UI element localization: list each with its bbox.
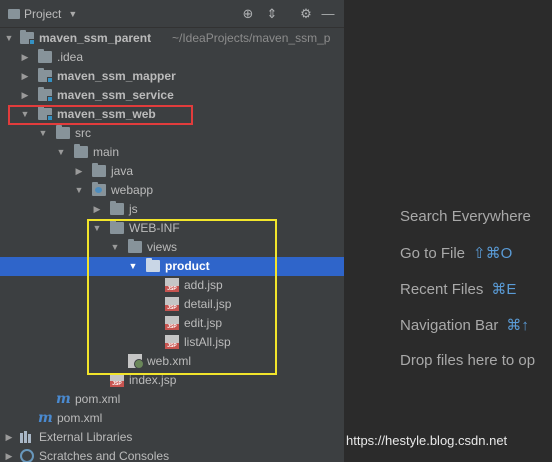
web-folder-icon: [92, 182, 106, 196]
chevron-right-icon[interactable]: ▶: [92, 200, 102, 219]
tree-item-label: External Libraries: [39, 430, 133, 444]
tree-item-idea[interactable]: ▶ .idea: [0, 48, 344, 67]
tree-item-label: pom.xml: [57, 411, 103, 425]
chevron-right-icon[interactable]: ▶: [4, 447, 14, 462]
tree-item-label: java: [111, 164, 134, 178]
folder-icon: [56, 125, 70, 139]
project-toolbar: Project ▼ ⊕ ⇕ ⚙ —: [0, 0, 344, 28]
tree-item-maven-ssm-parent[interactable]: ▼ maven_ssm_parent ~/IdeaProjects/maven_…: [0, 29, 344, 48]
hint-text: Recent Files: [400, 281, 484, 298]
chevron-right-icon[interactable]: ▶: [20, 67, 30, 86]
tree-item-label: webapp: [111, 183, 154, 197]
tree-item-label: js: [129, 202, 138, 216]
folder-icon: [92, 163, 106, 177]
watermark: https://hestyle.blog.csdn.net: [346, 433, 508, 448]
hint-text: Navigation Bar: [400, 317, 499, 334]
tree-item-scratches[interactable]: ▶ Scratches and Consoles: [0, 447, 344, 462]
tree-item-maven-ssm-mapper[interactable]: ▶ maven_ssm_mapper: [0, 67, 344, 86]
scratches-icon: [20, 449, 34, 462]
chevron-down-icon[interactable]: ▼: [56, 143, 66, 162]
project-view-selector[interactable]: Project ▼: [8, 7, 77, 21]
hint-shortcut: ⌘↑: [506, 317, 529, 334]
hide-icon[interactable]: —: [320, 6, 336, 22]
tree-item-label: maven_ssm_mapper: [57, 69, 176, 83]
project-view-icon: [8, 9, 20, 19]
hint-search-everywhere: Search Everywhere: [400, 208, 531, 225]
tree-item-label: .idea: [57, 50, 84, 64]
highlight-box-yellow: [87, 219, 277, 375]
tree-item-label: maven_ssm_parent: [39, 31, 152, 45]
chevron-right-icon[interactable]: ▶: [4, 428, 14, 447]
folder-icon: [110, 201, 124, 215]
chevron-right-icon[interactable]: ▶: [20, 48, 30, 67]
chevron-right-icon[interactable]: ▶: [20, 86, 30, 105]
maven-icon: m: [56, 391, 71, 407]
hint-text: Drop files here to op: [400, 352, 536, 369]
hint-text: Search Everywhere: [400, 208, 531, 225]
chevron-down-icon[interactable]: ▼: [38, 124, 48, 143]
hint-shortcut: ⌘E: [491, 281, 517, 298]
maven-icon: m: [38, 410, 53, 426]
hint-shortcut: ⇧⌘O: [473, 245, 513, 262]
hint-drop-files: Drop files here to op: [400, 352, 535, 369]
tree-item-js[interactable]: ▶ js: [0, 200, 344, 219]
library-icon: [20, 431, 34, 443]
module-folder-icon: [38, 68, 53, 83]
chevron-down-icon[interactable]: ▼: [74, 181, 84, 200]
jsp-file-icon: [110, 373, 124, 387]
chevron-down-icon: ▼: [68, 9, 78, 19]
chevron-right-icon[interactable]: ▶: [74, 162, 84, 181]
hint-recent-files: Recent Files ⌘E: [400, 280, 516, 298]
tree-item-path: ~/IdeaProjects/maven_ssm_p: [172, 31, 331, 45]
tree-item-label: src: [75, 126, 91, 140]
tree-item-parent-pom-xml[interactable]: m pom.xml: [0, 409, 344, 428]
tree-item-web-pom-xml[interactable]: m pom.xml: [0, 390, 344, 409]
tree-item-label: maven_ssm_service: [57, 88, 174, 102]
gear-icon[interactable]: ⚙: [298, 6, 314, 22]
tree-item-label: main: [93, 145, 120, 159]
tree-item-src[interactable]: ▼ src: [0, 124, 344, 143]
tree-item-external-libraries[interactable]: ▶ External Libraries: [0, 428, 344, 447]
collapse-icon[interactable]: ⇕: [264, 6, 280, 22]
tree-item-label: pom.xml: [75, 392, 121, 406]
module-folder-icon: [38, 87, 53, 102]
tree-item-label: Scratches and Consoles: [39, 449, 170, 462]
tree-item-java[interactable]: ▶ java: [0, 162, 344, 181]
module-folder-icon: [20, 30, 35, 45]
project-view-label: Project: [24, 7, 62, 21]
folder-icon: [74, 144, 88, 158]
tree-item-main[interactable]: ▼ main: [0, 143, 344, 162]
highlight-box-red: [8, 105, 193, 125]
globe-target-icon[interactable]: ⊕: [240, 6, 256, 22]
editor-empty-area[interactable]: Search Everywhere Go to File ⇧⌘O Recent F…: [346, 0, 552, 462]
tree-item-webapp[interactable]: ▼ webapp: [0, 181, 344, 200]
folder-icon: [38, 49, 52, 63]
project-tool-window: Project ▼ ⊕ ⇕ ⚙ — ▼ maven_ssm_parent ~/I…: [0, 0, 345, 462]
hint-text: Go to File: [400, 245, 466, 262]
tree-item-maven-ssm-service[interactable]: ▶ maven_ssm_service: [0, 86, 344, 105]
hint-navigation-bar: Navigation Bar ⌘↑: [400, 316, 529, 334]
chevron-down-icon[interactable]: ▼: [4, 29, 14, 48]
hint-go-to-file: Go to File ⇧⌘O: [400, 244, 512, 262]
